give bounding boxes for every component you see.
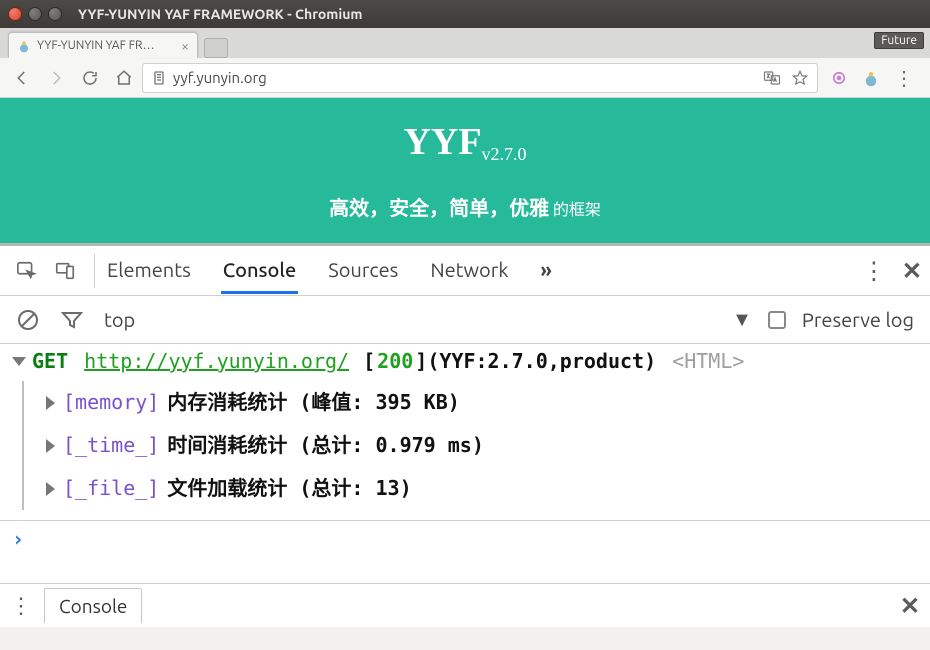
log-child[interactable]: [memory] 内存消耗统计 (峰值: 395 KB) [34,381,930,424]
back-button[interactable] [6,62,38,94]
bracket: [ [351,348,375,375]
log-child[interactable]: [_file_] 文件加载统计 (总计: 13) [34,467,930,510]
window-titlebar: YYF-YUNYIN YAF FRAMEWORK - Chromium [0,0,930,28]
divider [94,254,95,288]
drawer-menu-icon[interactable]: ⋮ [10,593,32,619]
url-text: yyf.yunyin.org [173,69,267,86]
preserve-log-checkbox[interactable] [768,311,786,329]
log-url[interactable]: http://yyf.yunyin.org/ [84,348,349,375]
dropdown-arrow-icon[interactable]: ▼ [732,307,752,332]
expand-toggle-icon[interactable] [46,482,55,496]
window-minimize-button[interactable] [28,7,42,21]
child-text: 时间消耗统计 (总计: 0.979 ms) [159,432,484,459]
browser-tabstrip: YYF-YUNYIN YAF FR… × Future [0,28,930,58]
home-button[interactable] [108,62,140,94]
future-badge[interactable]: Future [874,32,924,49]
forward-button[interactable] [40,62,72,94]
version-text: v2.7.0 [482,144,527,164]
bookmark-icon[interactable] [791,69,809,87]
tab-sources[interactable]: Sources [326,248,400,294]
log-meta: ](YYF:2.7.0,product) [415,348,656,375]
devtools-tabs: Elements Console Sources Network » [105,248,554,294]
devtools-close-icon[interactable]: ✕ [902,257,922,285]
drawer-close-icon[interactable]: ✕ [900,592,920,620]
http-status: 200 [377,348,413,375]
console-prompt[interactable]: › [0,521,930,557]
expand-toggle-icon[interactable] [46,396,55,410]
console-toolbar: top ▼ Preserve log [0,296,930,344]
preserve-log-label: Preserve log [802,308,914,331]
devtools-header: Elements Console Sources Network » ⋮ ✕ [0,246,930,296]
context-selector[interactable]: top [104,308,135,331]
http-method: GET [32,348,68,375]
drawer-tab-console[interactable]: Console [44,588,142,623]
child-label: [_file_] [63,475,159,502]
tabs-overflow-icon[interactable]: » [538,248,553,294]
extensions-area: ⋮ [820,66,924,90]
tab-console[interactable]: Console [221,248,298,294]
tab-network[interactable]: Network [428,248,510,294]
window-close-button[interactable] [8,7,22,21]
log-child[interactable]: [_time_] 时间消耗统计 (总计: 0.979 ms) [34,424,930,467]
site-heading: YYFv2.7.0 [0,120,930,164]
heading-text: YYF [403,121,481,163]
browser-tab[interactable]: YYF-YUNYIN YAF FR… × [8,32,198,58]
child-label: [_time_] [63,432,159,459]
expand-toggle-icon[interactable] [12,357,26,366]
tab-elements[interactable]: Elements [105,248,193,294]
child-text: 文件加载统计 (总计: 13) [159,475,411,502]
tab-title: YYF-YUNYIN YAF FR… [37,39,155,52]
context-label: top [104,308,135,331]
drawer-header: ⋮ Console ✕ [0,583,930,627]
new-tab-button[interactable] [204,38,228,58]
site-info-icon[interactable] [151,70,167,86]
expand-toggle-icon[interactable] [46,439,55,453]
prompt-caret-icon: › [12,527,24,551]
log-children: [memory] 内存消耗统计 (峰值: 395 KB) [_time_] 时间… [22,381,930,510]
browser-menu-icon[interactable]: ⋮ [894,66,914,90]
tab-close-icon[interactable]: × [181,38,189,54]
html-tag: <HTML> [672,348,744,375]
translate-icon[interactable] [763,69,781,87]
clear-console-icon[interactable] [16,308,40,332]
favicon-icon [17,39,31,53]
log-entry[interactable]: GET http://yyf.yunyin.org/ [200](YYF:2.7… [12,348,930,375]
devtools-menu-icon[interactable]: ⋮ [862,257,886,285]
reload-button[interactable] [74,62,106,94]
spacer [0,557,930,583]
window-maximize-button[interactable] [48,7,62,21]
extension-icon[interactable] [862,69,880,87]
address-bar[interactable]: yyf.yunyin.org [142,63,818,93]
filter-icon[interactable] [60,308,84,332]
inspect-element-icon[interactable] [8,252,46,290]
window-title: YYF-YUNYIN YAF FRAMEWORK - Chromium [78,6,363,22]
tagline: 高效，安全，简单，优雅 的框架 [0,192,930,221]
device-toolbar-icon[interactable] [46,252,84,290]
page-content: YYFv2.7.0 高效，安全，简单，优雅 的框架 [0,98,930,246]
browser-toolbar: yyf.yunyin.org ⋮ [0,58,930,98]
child-text: 内存消耗统计 (峰值: 395 KB) [159,389,459,416]
extension-icon[interactable] [830,69,848,87]
child-label: [memory] [63,389,159,416]
console-output: GET http://yyf.yunyin.org/ [200](YYF:2.7… [0,344,930,521]
tagline-strong: 高效，安全，简单，优雅 [329,196,549,219]
tagline-small: 的框架 [549,201,601,219]
